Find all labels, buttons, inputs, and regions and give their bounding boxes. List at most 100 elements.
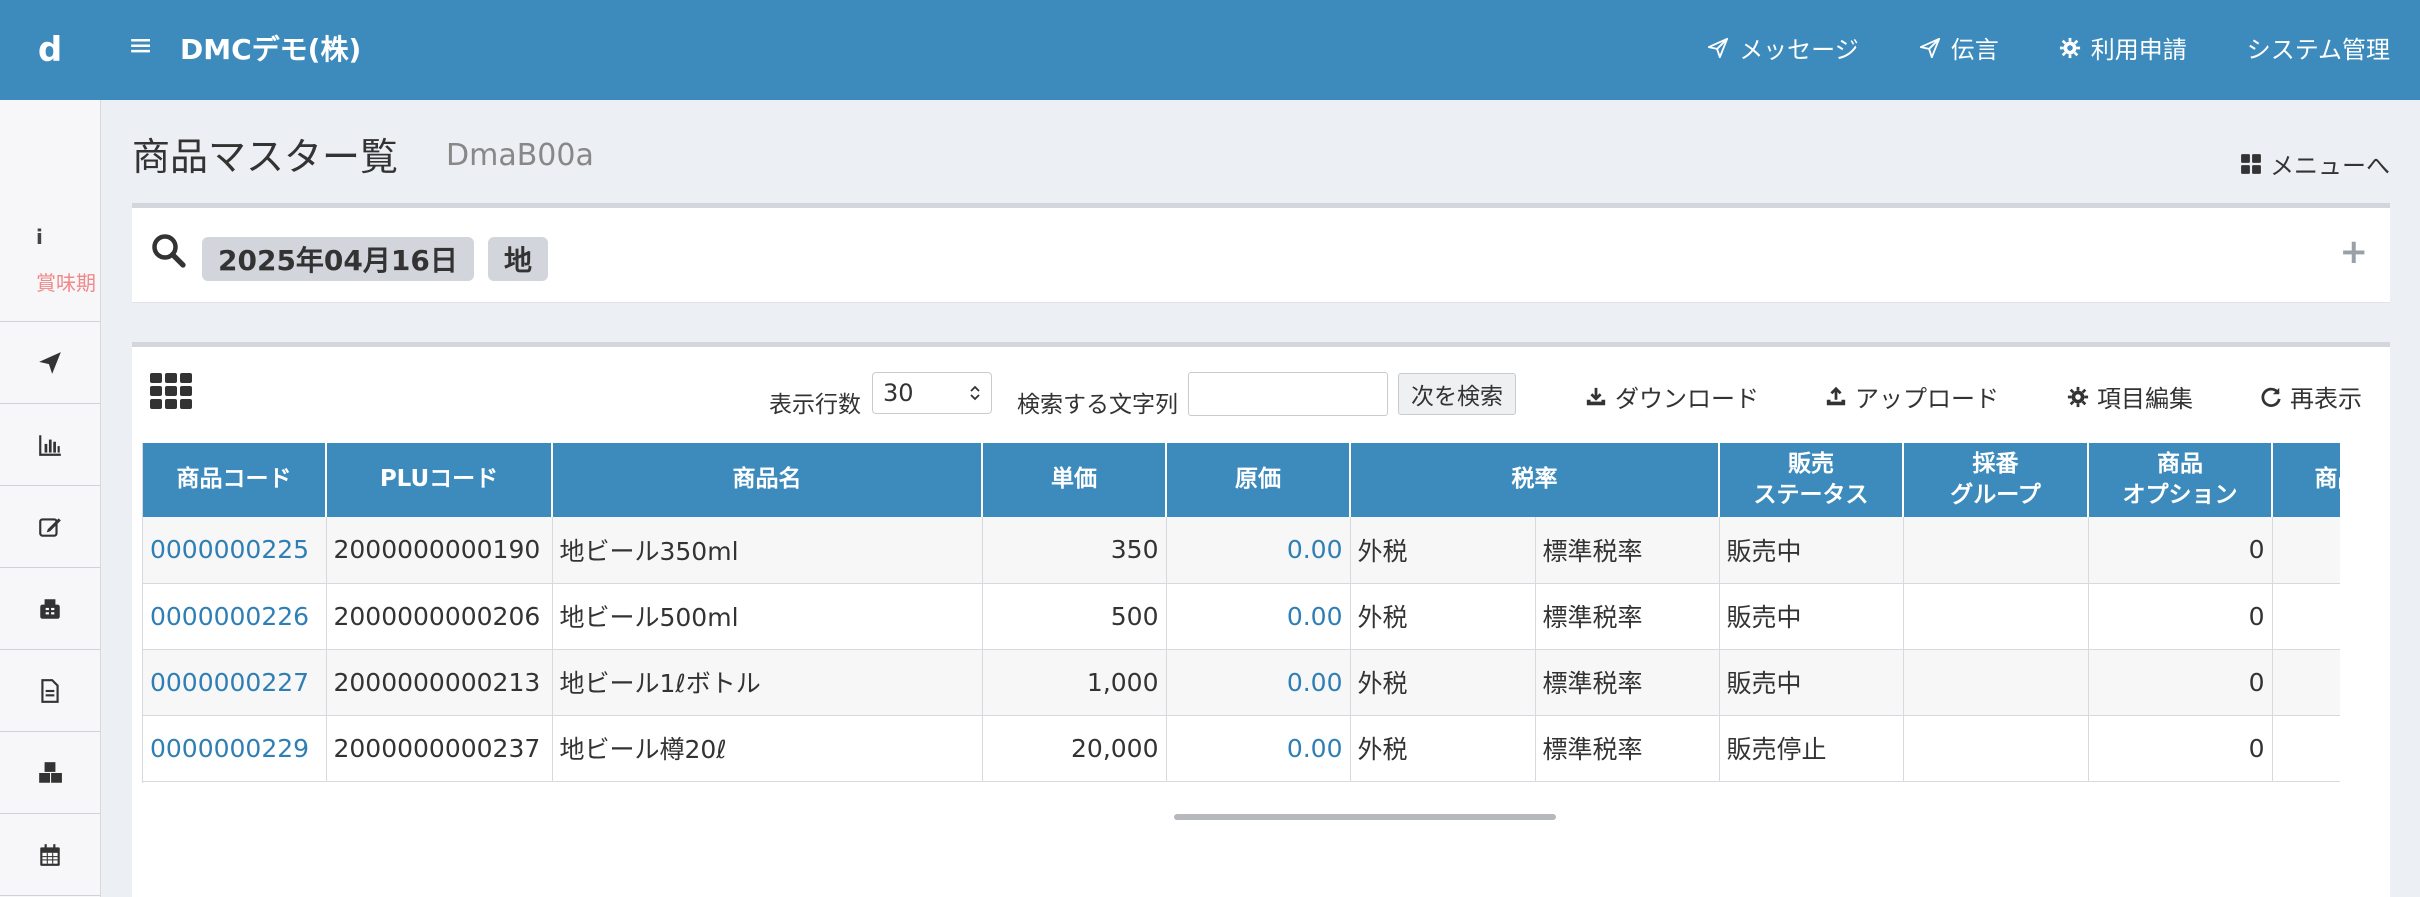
header-sales-status[interactable]: 販売 ステータス — [1719, 443, 1904, 517]
cell-cost-price[interactable]: 0.00 — [1166, 517, 1351, 584]
sidebar-item-fax[interactable] — [0, 569, 100, 650]
cell-sales-status: 販売中 — [1719, 649, 1904, 716]
table-row[interactable]: 0000000229 2000000000237 地ビール樽20ℓ 20,000… — [143, 715, 2340, 782]
cell-product-name: 地ビール350ml — [552, 517, 983, 584]
sidebar-item-edit[interactable] — [0, 487, 100, 568]
cell-sales-status: 販売中 — [1719, 517, 1904, 584]
search-text-label: 検索する文字列 — [1017, 392, 1178, 418]
table-row[interactable]: 0000000227 2000000000213 地ビール1ℓボトル 1,000… — [143, 649, 2340, 716]
header-product-option[interactable]: 商品 オプション — [2088, 443, 2273, 517]
edit-icon — [39, 518, 61, 537]
gear-icon — [2059, 37, 2080, 58]
cell-tax-type: 外税 — [1350, 583, 1536, 650]
cell-tax-type: 外税 — [1350, 517, 1536, 584]
cell-more — [2272, 715, 2340, 782]
header-product-name[interactable]: 商品名 — [552, 443, 983, 517]
cell-product-code[interactable]: 0000000229 — [143, 715, 327, 782]
grid-icon — [2241, 153, 2261, 174]
header-tax-rate[interactable]: 税率 — [1350, 443, 1720, 517]
cell-cost-price[interactable]: 0.00 — [1166, 583, 1351, 650]
cell-tax-rate: 標準税率 — [1535, 583, 1720, 650]
download-button[interactable]: ダウンロード — [1585, 379, 1759, 414]
rows-label: 表示行数 — [769, 392, 861, 418]
header-product-option-line1: 商品 — [2157, 450, 2203, 477]
cell-more — [2272, 517, 2340, 584]
cell-product-name: 地ビール1ℓボトル — [552, 649, 983, 716]
cell-product-option: 0 — [2088, 583, 2273, 650]
upload-icon — [1826, 386, 1846, 405]
paper-plane-icon — [39, 352, 61, 374]
nav-usage-request[interactable]: 利用申請 — [2059, 30, 2187, 65]
sidebar-item-inventory[interactable] — [0, 733, 100, 814]
search-chip-keyword[interactable]: 地 — [488, 237, 549, 281]
header-product-code[interactable]: 商品コード — [143, 443, 327, 517]
horizontal-scrollbar[interactable] — [1174, 814, 1556, 820]
column-grid-icon[interactable] — [150, 373, 192, 409]
back-to-menu-link[interactable]: メニューへ — [2240, 146, 2390, 181]
download-label: ダウンロード — [1615, 385, 1759, 413]
header-plu-code[interactable]: PLUコード — [326, 443, 553, 517]
list-panel: 表示行数 30 検索する文字列 次を検索 ダウンロード アップロード 項目編集 … — [132, 342, 2390, 897]
header-numbering-group[interactable]: 採番 グループ — [1903, 443, 2089, 517]
sidebar-item-calendar[interactable] — [0, 815, 100, 896]
cell-more — [2272, 649, 2340, 716]
product-table-container[interactable]: 商品コード PLUコード 商品名 単価 原価 税率 販売 ステータス 採番 グループ… — [142, 443, 2340, 783]
header-sales-status-line1: 販売 — [1788, 450, 1834, 477]
cell-sales-status: 販売中 — [1719, 583, 1904, 650]
cell-product-code[interactable]: 0000000225 — [143, 517, 327, 584]
paper-plane-icon — [1919, 37, 1940, 58]
cell-tax-type: 外税 — [1350, 715, 1536, 782]
cell-product-name: 地ビール樽20ℓ — [552, 715, 983, 782]
header-cost-price[interactable]: 原価 — [1166, 443, 1351, 517]
cell-plu-code: 2000000000206 — [326, 583, 553, 650]
table-header-row: 商品コード PLUコード 商品名 単価 原価 税率 販売 ステータス 採番 グループ… — [143, 443, 2340, 517]
cell-product-code[interactable]: 0000000227 — [143, 649, 327, 716]
cell-plu-code: 2000000000213 — [326, 649, 553, 716]
nav-memo[interactable]: 伝言 — [1919, 30, 1999, 65]
sidebar-item-send[interactable] — [0, 323, 100, 404]
cell-sales-status: 販売停止 — [1719, 715, 1904, 782]
page-title: 商品マスター覧 — [132, 135, 399, 179]
edit-columns-button[interactable]: 項目編集 — [2067, 379, 2193, 414]
refresh-button[interactable]: 再表示 — [2260, 379, 2362, 414]
header-product-option-line2: オプション — [2122, 482, 2238, 508]
search-text-input[interactable] — [1188, 372, 1388, 416]
header-more[interactable]: 商品 — [2272, 443, 2340, 517]
cell-more — [2272, 583, 2340, 650]
cell-tax-rate: 標準税率 — [1535, 715, 1720, 782]
cell-cost-price[interactable]: 0.00 — [1166, 715, 1351, 782]
hamburger-menu-icon[interactable]: ≡ — [128, 28, 153, 63]
cell-tax-rate: 標準税率 — [1535, 517, 1720, 584]
header-numbering-group-line2: グループ — [1950, 482, 2041, 508]
nav-memo-label: 伝言 — [1950, 36, 1999, 64]
find-next-button[interactable]: 次を検索 — [1398, 373, 1516, 415]
upload-button[interactable]: アップロード — [1825, 379, 1999, 414]
table-row[interactable]: 0000000225 2000000000190 地ビール350ml 350 0… — [143, 517, 2340, 584]
search-icon[interactable] — [150, 232, 186, 268]
header-unit-price[interactable]: 単価 — [982, 443, 1167, 517]
search-chip-date[interactable]: 2025年04月16日 — [202, 237, 474, 281]
cell-plu-code: 2000000000237 — [326, 715, 553, 782]
cell-unit-price: 350 — [982, 517, 1167, 584]
nav-messages-label: メッセージ — [1739, 36, 1859, 64]
info-icon[interactable]: i — [36, 225, 43, 249]
cell-numbering-group — [1903, 517, 2089, 584]
nav-messages[interactable]: メッセージ — [1707, 30, 1859, 65]
cell-product-option: 0 — [2088, 649, 2273, 716]
cell-cost-price[interactable]: 0.00 — [1166, 649, 1351, 716]
sidebar-item-documents[interactable] — [0, 651, 100, 732]
top-nav: メッセージ 伝言 利用申請 システム管理 — [1707, 30, 2390, 65]
cell-product-option: 0 — [2088, 517, 2273, 584]
table-row[interactable]: 0000000226 2000000000206 地ビール500ml 500 0… — [143, 583, 2340, 650]
rows-per-page-select[interactable]: 30 — [872, 372, 992, 414]
nav-system-admin[interactable]: システム管理 — [2247, 30, 2390, 65]
refresh-icon — [2261, 387, 2281, 407]
cell-unit-price: 500 — [982, 583, 1167, 650]
upload-label: アップロード — [1855, 385, 1999, 413]
app-logo[interactable]: d — [0, 0, 100, 100]
cell-product-code[interactable]: 0000000226 — [143, 583, 327, 650]
nav-system-admin-label: システム管理 — [2246, 36, 2390, 64]
sidebar-info-panel: i 賞味期 — [0, 100, 100, 322]
sidebar-item-reports[interactable] — [0, 405, 100, 486]
expand-search-button[interactable]: + — [2340, 232, 2369, 272]
